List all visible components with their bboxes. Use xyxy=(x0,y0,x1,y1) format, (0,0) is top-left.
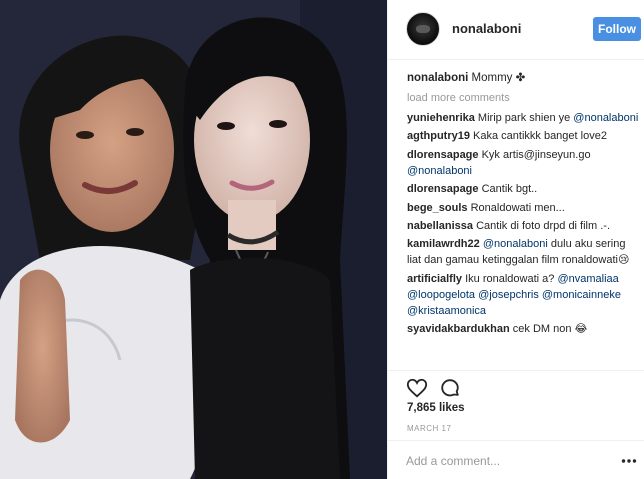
comment-author[interactable]: nabellanissa xyxy=(407,220,473,232)
follow-button[interactable]: Follow xyxy=(593,17,641,41)
comment-item: artificialfly Iku ronaldowati a? @nvamal… xyxy=(407,271,639,319)
comment-items: yuniehenrika Mirip park shien ye @nonala… xyxy=(407,110,639,337)
post-header: nonalaboni Follow xyxy=(388,0,644,60)
comment-item: kamilawrdh22 @nonalaboni dulu aku sering… xyxy=(407,236,639,268)
comment-text: cek DM non 😂 xyxy=(512,323,588,336)
avatar[interactable] xyxy=(406,12,440,46)
comment-item: agthputry19 Kaka cantikkk banget love2 xyxy=(407,128,639,144)
comments-list: nonalaboni Mommy ✤ load more comments yu… xyxy=(407,70,639,370)
comment-text: Mirip park shien ye xyxy=(477,112,574,124)
mention-link[interactable]: @kristaamonica xyxy=(407,305,486,317)
mention-link[interactable]: @nvamaliaa xyxy=(557,273,618,285)
mention-link[interactable]: @nonalaboni xyxy=(483,238,548,250)
add-comment-input[interactable] xyxy=(406,451,606,471)
comment-item: nabellanissa Cantik di foto drpd di film… xyxy=(407,218,639,234)
comment-author[interactable]: artificialfly xyxy=(407,273,462,285)
post-side-panel: nonalaboni Follow nonalaboni Mommy ✤ loa… xyxy=(387,0,644,479)
comment-item: dlorensapage Cantik bgt.. xyxy=(407,181,639,197)
comment-item: syavidakbardukhan cek DM non 😂 xyxy=(407,321,639,337)
comment-author[interactable]: agthputry19 xyxy=(407,130,470,142)
mention-link[interactable]: @nonalaboni xyxy=(573,112,638,124)
mention-link[interactable]: @nonalaboni xyxy=(407,165,472,177)
comment-author[interactable]: kamilawrdh22 xyxy=(407,238,480,250)
heart-icon[interactable] xyxy=(406,377,428,399)
comment-author[interactable]: dlorensapage xyxy=(407,183,479,195)
comment-item: yuniehenrika Mirip park shien ye @nonala… xyxy=(407,110,639,126)
caption-author[interactable]: nonalaboni xyxy=(407,72,468,84)
comment-author[interactable]: syavidakbardukhan xyxy=(407,323,510,335)
comment-icon[interactable] xyxy=(439,377,461,399)
comment-author[interactable]: yuniehenrika xyxy=(407,112,475,124)
post-photo-illustration xyxy=(0,0,387,479)
comment-author[interactable]: bege_souls xyxy=(407,202,468,214)
username-link[interactable]: nonalaboni xyxy=(452,21,521,36)
action-bar xyxy=(388,370,644,400)
comment-author[interactable]: dlorensapage xyxy=(407,149,479,161)
comment-item: bege_souls Ronaldowati men... xyxy=(407,200,639,216)
comment-text: Kaka cantikkk banget love2 xyxy=(473,130,607,143)
post-caption: nonalaboni Mommy ✤ xyxy=(407,70,639,86)
add-comment-bar xyxy=(388,440,644,479)
load-more-comments-link[interactable]: load more comments xyxy=(407,90,639,106)
comment-text: Cantik di foto drpd di film .-. xyxy=(476,219,610,232)
comment-text: Iku ronaldowati a? xyxy=(465,272,558,285)
likes-count[interactable]: 7,865 likes xyxy=(407,402,465,414)
post-date[interactable]: MARCH 17 xyxy=(407,424,451,433)
comment-item: dlorensapage Kyk artis@jinseyun.go @nona… xyxy=(407,147,639,179)
comment-text: Kyk artis@jinseyun.go xyxy=(481,148,591,161)
post-photo[interactable] xyxy=(0,0,387,479)
mention-link[interactable]: @monicainneke xyxy=(542,289,621,301)
more-options-icon[interactable] xyxy=(621,453,637,469)
mention-link[interactable]: @loopogelota xyxy=(407,289,475,301)
comment-text: Cantik bgt.. xyxy=(481,183,538,196)
caption-text: Mommy ✤ xyxy=(471,72,526,84)
comment-text: Ronaldowati men... xyxy=(470,201,565,214)
mention-link[interactable]: @josepchris xyxy=(478,289,539,301)
